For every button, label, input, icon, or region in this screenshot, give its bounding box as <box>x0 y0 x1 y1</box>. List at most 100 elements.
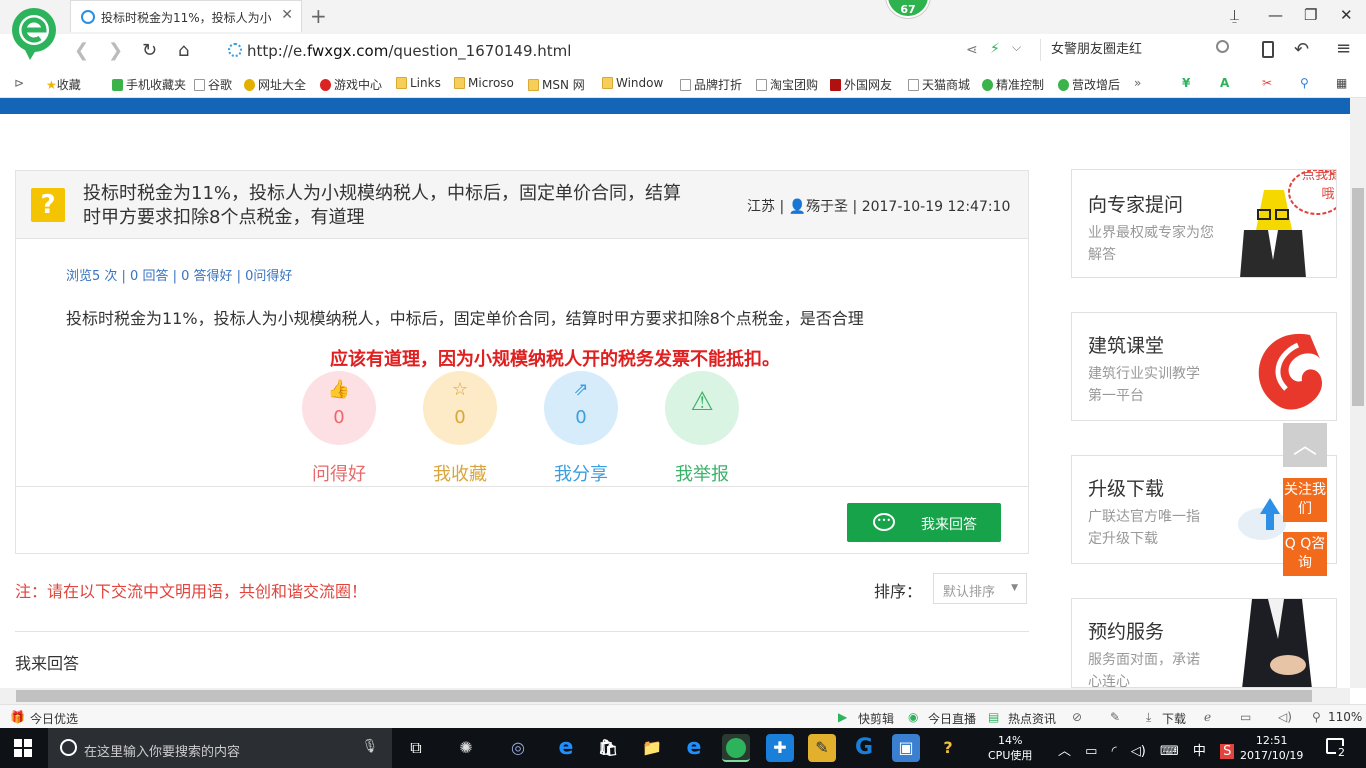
search-icon[interactable] <box>1216 40 1229 53</box>
browser-logo-icon[interactable] <box>10 6 58 60</box>
sogou-ime-icon[interactable]: S <box>1220 744 1235 759</box>
bookmark-item[interactable]: 营改增后 <box>1058 76 1120 93</box>
notes-app-icon[interactable]: ✎ <box>808 734 836 762</box>
sidebar-toggle-icon[interactable]: ⊳ <box>14 76 24 90</box>
bookmark-item[interactable]: Window <box>602 76 663 90</box>
help-app-icon[interactable]: ? <box>934 734 962 762</box>
download-link[interactable]: 下载 <box>1162 710 1186 727</box>
building-course-card[interactable]: 建筑课堂 建筑行业实训教学第一平台 <box>1071 312 1337 421</box>
bookmark-item[interactable]: 精准控制 <box>982 76 1044 93</box>
bookmark-item[interactable]: 天猫商城 <box>908 76 970 93</box>
answer-button[interactable]: ••• 我来回答 <box>847 503 1001 542</box>
microphone-icon[interactable]: 🎙 <box>361 739 378 754</box>
apps-grid-icon[interactable]: ▦ <box>1336 76 1347 90</box>
sogou-app-icon[interactable]: G <box>850 734 878 762</box>
cpu-usage[interactable]: 14% CPU使用 <box>988 733 1032 763</box>
url-field[interactable]: http://e.fwxgx.com/question_1670149.html <box>247 42 571 60</box>
bookmark-item[interactable]: 淘宝团购 <box>756 76 818 93</box>
yen-icon[interactable]: ¥ <box>1182 76 1190 90</box>
ask-expert-card[interactable]: 向专家提问 业界最权威专家为您解答 点我提问哦 <box>1071 169 1337 278</box>
question-author[interactable]: 殇于圣 <box>806 199 848 215</box>
ime-indicator[interactable]: 中 <box>1193 744 1206 759</box>
favorite-button[interactable]: ☆ 0 <box>423 371 497 445</box>
restore-button[interactable]: ❐ <box>1304 6 1317 24</box>
bookmark-item[interactable]: 网址大全 <box>244 76 306 93</box>
warning-icon: ⚠ <box>690 387 714 417</box>
minimize-button[interactable]: — <box>1268 6 1283 24</box>
wifi-icon[interactable]: ◜ <box>1112 744 1117 759</box>
ask-good-button[interactable]: 👍 0 <box>302 371 376 445</box>
bookmark-item[interactable]: 谷歌 <box>194 76 232 93</box>
volume-icon[interactable]: ◁) <box>1278 710 1292 724</box>
undo-icon[interactable]: ↶ <box>1294 39 1309 60</box>
live-link[interactable]: 今日直播 <box>928 710 976 727</box>
taskbar-search-input[interactable]: 在这里输入你要搜索的内容 🎙 <box>48 728 392 768</box>
speed-icon[interactable]: ⊘ <box>1072 710 1082 724</box>
bookmark-item[interactable]: Links <box>396 76 441 90</box>
today-picks-link[interactable]: 今日优选 <box>30 710 78 727</box>
follow-us-button[interactable]: 关注我们 <box>1283 478 1327 522</box>
photo-app-icon[interactable]: ▣ <box>892 734 920 762</box>
translate-icon[interactable]: A <box>1220 76 1229 90</box>
battery-icon[interactable]: ▭ <box>1085 744 1097 759</box>
lightning-icon[interactable]: ⚡ <box>990 41 1000 57</box>
share-icon[interactable]: ⋖ <box>966 42 978 58</box>
video-edit-icon: ▶ <box>838 710 848 724</box>
bookmark-item[interactable]: 外国网友 <box>830 76 892 93</box>
bookmark-item[interactable]: Microso <box>454 76 514 90</box>
favorite-label[interactable]: 我收藏 <box>410 460 510 486</box>
keyboard-icon[interactable]: ⌨ <box>1160 744 1179 759</box>
horizontal-scroll-thumb[interactable] <box>16 690 1312 702</box>
forward-icon[interactable]: ❯ <box>108 40 123 61</box>
refresh-icon[interactable]: ↻ <box>142 40 157 61</box>
share-label[interactable]: 我分享 <box>531 460 631 486</box>
back-icon[interactable]: ❮ <box>74 40 89 61</box>
system-clock[interactable]: 12:51 2017/10/19 <box>1240 733 1303 763</box>
zoom-icon[interactable]: ⚲ <box>1300 76 1309 90</box>
file-explorer-icon[interactable]: 📁 <box>638 734 666 762</box>
ie-browser-icon[interactable]: e <box>680 734 708 762</box>
mobile-icon[interactable] <box>1262 41 1274 58</box>
bookmark-item[interactable]: ★收藏 <box>46 76 81 93</box>
close-window-button[interactable]: ✕ <box>1340 6 1353 24</box>
report-button[interactable]: ⚠ <box>665 371 739 445</box>
close-tab-icon[interactable]: ✕ <box>281 7 293 23</box>
pinwheel-app-icon[interactable]: ✺ <box>452 734 480 762</box>
volume-icon[interactable]: ◁) <box>1131 744 1146 759</box>
ie-mode-icon[interactable]: ℯ <box>1204 710 1211 724</box>
report-label[interactable]: 我举报 <box>652 460 752 486</box>
browser-app-icon[interactable]: ◎ <box>504 734 532 762</box>
menu-icon[interactable]: ≡ <box>1336 38 1351 59</box>
quick-edit-link[interactable]: 快剪辑 <box>858 710 894 727</box>
windows-start-icon[interactable] <box>14 739 32 757</box>
back-to-top-button[interactable]: ︿ <box>1283 423 1327 467</box>
bookmark-item[interactable]: 手机收藏夹 <box>112 76 186 93</box>
chevron-down-icon[interactable]: ⌵ <box>1012 40 1021 55</box>
task-view-icon[interactable]: ⧉ <box>402 734 430 762</box>
bookmark-item[interactable]: 品牌打折 <box>680 76 742 93</box>
search-input[interactable]: 女警朋友圈走红 <box>1040 39 1240 61</box>
new-tab-button[interactable]: + <box>310 4 327 28</box>
remote-app-icon[interactable]: ✚ <box>766 734 794 762</box>
vertical-scroll-thumb[interactable] <box>1352 188 1364 406</box>
bookmark-item[interactable]: 游戏中心 <box>320 76 382 93</box>
pin-icon[interactable]: ✎ <box>1110 710 1120 724</box>
qq-consult-button[interactable]: Q Q咨询 <box>1283 532 1327 576</box>
bookmark-item[interactable]: MSN 网 <box>528 76 585 93</box>
ask-good-label[interactable]: 问得好 <box>289 460 389 486</box>
news-link[interactable]: 热点资讯 <box>1008 710 1056 727</box>
home-icon[interactable]: ⌂ <box>178 40 189 61</box>
appointment-service-card[interactable]: 预约服务 服务面对面，承诺心连心 <box>1071 598 1337 688</box>
share-button[interactable]: ⇗ 0 <box>544 371 618 445</box>
zoom-level[interactable]: 110% <box>1328 710 1362 724</box>
more-bookmarks-icon[interactable]: » <box>1134 76 1141 90</box>
shirt-icon[interactable]: ⍊ <box>1230 6 1239 24</box>
active-tab[interactable]: 投标时税金为11%，投标人为小规 ✕ <box>70 0 302 32</box>
window-icon[interactable]: ▭ <box>1240 710 1251 724</box>
sort-select[interactable]: 默认排序 ▼ <box>933 573 1027 604</box>
edge-browser-icon[interactable]: e <box>552 734 580 762</box>
store-icon[interactable]: 🛍 <box>594 734 622 762</box>
scissors-icon[interactable]: ✂ <box>1262 76 1272 90</box>
active-browser-app-icon[interactable] <box>722 734 750 762</box>
show-hidden-icons-icon[interactable]: ︿ <box>1058 744 1071 759</box>
